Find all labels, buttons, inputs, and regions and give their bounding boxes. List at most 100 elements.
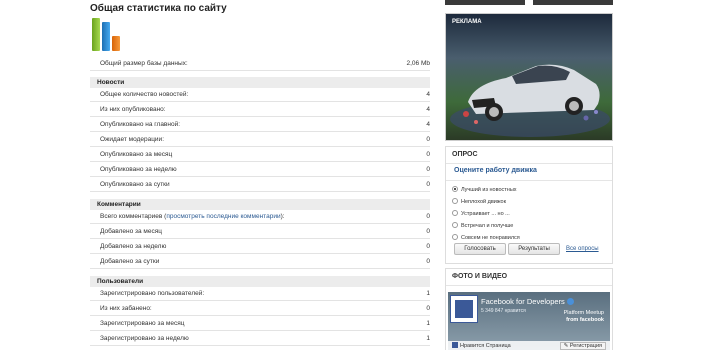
table-row: Из них забанено: 0 <box>90 301 430 316</box>
row-label: Добавлено за неделю <box>100 243 167 250</box>
all-polls-link[interactable]: Все опросы <box>566 246 599 252</box>
poll-option-label: Лучший из новостных <box>461 187 517 193</box>
row-value: 0 <box>426 213 430 220</box>
ad-banner[interactable]: РЕКЛАМА <box>445 13 613 141</box>
row-label: Общее количество новостей: <box>100 91 189 98</box>
poll-option[interactable]: Неплохой движок <box>452 198 506 205</box>
sidebar-tab-right[interactable] <box>533 0 613 5</box>
table-row: Из них опубликовано: 4 <box>90 102 430 117</box>
row-value: 0 <box>426 136 430 143</box>
comments-total-suffix: ): <box>280 213 285 220</box>
section-users-title: Пользователи <box>97 278 144 285</box>
page-title: Общая статистика по сайту <box>90 3 227 14</box>
chart-bar-orange <box>112 36 120 51</box>
facebook-like-button[interactable]: Нравится Страница <box>452 342 511 349</box>
radio-icon[interactable] <box>452 234 458 240</box>
row-value: 0 <box>426 166 430 173</box>
table-row: Зарегистрировано за неделю 1 <box>90 331 430 346</box>
section-news-title: Новости <box>97 79 125 86</box>
table-row: Опубликовано на главной: 4 <box>90 117 430 132</box>
row-value: 0 <box>426 258 430 265</box>
table-row: Опубликовано за неделю 0 <box>90 162 430 177</box>
row-label: Опубликовано за месяц <box>100 151 173 158</box>
db-size-value: 2,06 Mb <box>406 60 431 67</box>
chart-bar-green <box>92 18 100 51</box>
row-label: Ожидает модерации: <box>100 136 164 143</box>
stats-chart-icon <box>92 16 126 51</box>
poll-heading: ОПРОС <box>452 151 478 158</box>
row-label: Зарегистрировано пользователей: <box>100 290 205 297</box>
table-row: Опубликовано за месяц 0 <box>90 147 430 162</box>
poll-option-label: Неплохой движок <box>461 199 506 205</box>
results-button[interactable]: Результаты <box>508 243 560 255</box>
table-row: Добавлено за сутки 0 <box>90 254 430 269</box>
row-value: 4 <box>426 106 430 113</box>
register-button[interactable]: ✎ Регистрация <box>559 342 606 350</box>
comments-total-label: Всего комментариев ( <box>100 213 167 220</box>
divider <box>446 285 612 286</box>
sidebar-tab-left[interactable] <box>445 0 525 5</box>
poll-option[interactable]: Лучший из новостных <box>452 186 517 193</box>
table-row: Зарегистрировано за месяц 1 <box>90 316 430 331</box>
radio-icon[interactable] <box>452 210 458 216</box>
row-value: 4 <box>426 91 430 98</box>
row-label: Зарегистрировано за месяц <box>100 320 185 327</box>
row-label: Зарегистрировано за неделю <box>100 335 189 342</box>
divider <box>446 163 612 164</box>
chart-bar-blue <box>102 22 110 51</box>
facebook-like-label: Нравится Страница <box>460 343 511 349</box>
register-label: Регистрация <box>569 343 602 349</box>
row-value: 0 <box>426 228 430 235</box>
row-value: 1 <box>426 290 430 297</box>
row-label: Опубликовано на главной: <box>100 121 181 128</box>
row-value: 0 <box>426 305 430 312</box>
table-row: Добавлено за месяц 0 <box>90 224 430 239</box>
media-heading: ФОТО И ВИДЕО <box>452 273 508 280</box>
row-label: Из них опубликовано: <box>100 106 166 113</box>
radio-icon[interactable] <box>452 186 458 192</box>
row-value: 0 <box>426 243 430 250</box>
facebook-action-bar: Нравится Страница ✎ Регистрация <box>448 341 610 350</box>
ad-label: РЕКЛАМА <box>452 19 482 25</box>
poll-option-label: Совсем не понравился <box>461 235 520 241</box>
poll-question: Оцените работу движка <box>454 167 537 174</box>
row-value: 4 <box>426 121 430 128</box>
row-label: Всего комментариев (просмотреть последни… <box>100 213 285 220</box>
facebook-page-name-text: Facebook for Developers <box>481 297 565 306</box>
facebook-likes-count: 5 349 847 нравится <box>481 308 526 314</box>
facebook-promo: Platform Meetup from facebook <box>564 310 604 324</box>
latest-comments-link[interactable]: просмотреть последние комментарии <box>166 213 280 220</box>
facebook-promo-line2: from facebook <box>566 317 604 323</box>
row-label: Добавлено за сутки <box>100 258 160 265</box>
radio-icon[interactable] <box>452 198 458 204</box>
facebook-page-logo[interactable] <box>450 295 478 323</box>
row-label: Из них забанено: <box>100 305 152 312</box>
car-image <box>450 64 610 137</box>
table-row: Опубликовано за сутки 0 <box>90 177 430 192</box>
row-value: 1 <box>426 320 430 327</box>
table-row: Всего комментариев (просмотреть последни… <box>90 209 430 224</box>
divider <box>446 180 612 181</box>
poll-option[interactable]: Устраивает ... но ... <box>452 210 510 217</box>
poll-option-label: Встречал и получше <box>461 223 514 229</box>
row-label: Добавлено за месяц <box>100 228 162 235</box>
row-value: 0 <box>426 181 430 188</box>
vote-button[interactable]: Голосовать <box>454 243 506 255</box>
radio-icon[interactable] <box>452 222 458 228</box>
facebook-page-name[interactable]: Facebook for Developers <box>481 297 574 306</box>
facebook-promo-line1: Platform Meetup <box>563 310 604 316</box>
table-row: Добавлено за неделю 0 <box>90 239 430 254</box>
db-size-row: Общий размер базы данных: 2,06 Mb <box>90 56 430 71</box>
poll-option[interactable]: Встречал и получше <box>452 222 513 229</box>
facebook-icon <box>452 342 458 348</box>
poll-panel: ОПРОС Оцените работу движка Лучший из но… <box>445 146 613 264</box>
row-label: Опубликовано за неделю <box>100 166 177 173</box>
section-comments-title: Комментарии <box>97 201 141 208</box>
table-row: Ожидает модерации: 0 <box>90 132 430 147</box>
poll-option-label: Устраивает ... но ... <box>461 211 510 217</box>
facebook-logo-mark <box>455 300 473 318</box>
poll-option[interactable]: Совсем не понравился <box>452 234 520 241</box>
facebook-widget[interactable]: Facebook for Developers 5 349 847 нравит… <box>448 292 610 350</box>
verified-icon <box>566 298 574 305</box>
table-row: Общее количество новостей: 4 <box>90 87 430 102</box>
